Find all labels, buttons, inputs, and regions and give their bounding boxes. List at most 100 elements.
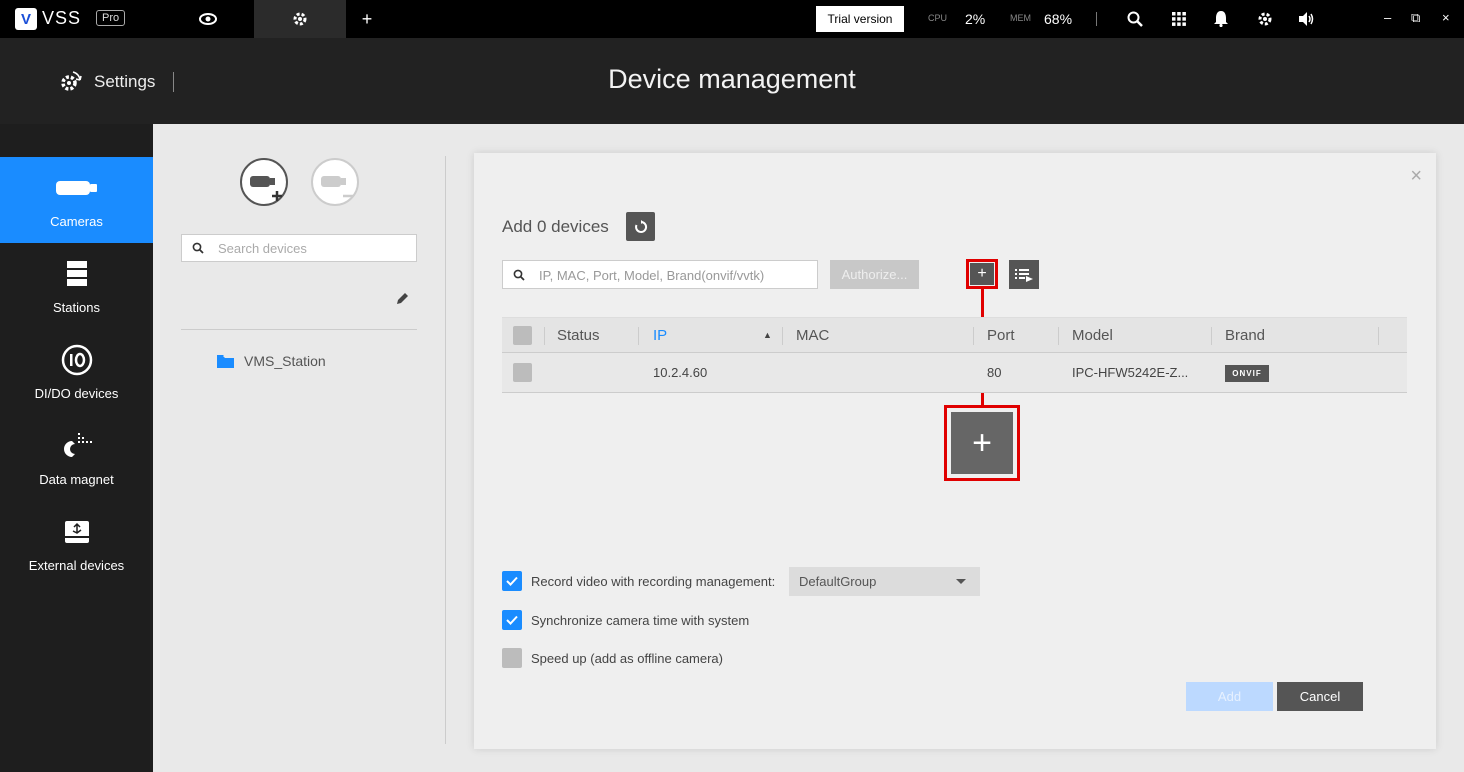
device-filter-input[interactable] [539, 266, 813, 284]
search-icon[interactable] [1125, 9, 1145, 29]
left-nav: Cameras Stations DI/DO devices Data magn… [0, 124, 153, 772]
device-tree-panel: VMS_Station [153, 124, 445, 772]
nav-item-dido[interactable]: DI/DO devices [0, 329, 153, 415]
column-divider [782, 327, 783, 345]
authorize-button[interactable]: Authorize... [830, 260, 919, 289]
cell-ip: 10.2.4.60 [653, 365, 708, 380]
bell-icon[interactable] [1211, 9, 1231, 29]
table-header: Status IP ▲ MAC Port Model Brand [502, 317, 1407, 353]
refresh-icon [634, 219, 647, 233]
add-tab-label: + [361, 8, 373, 29]
topbar-divider [1096, 12, 1097, 26]
select-all-checkbox[interactable] [513, 326, 532, 345]
column-divider [973, 327, 974, 345]
page-title: Device management [608, 64, 856, 94]
nav-item-stations[interactable]: Stations [0, 243, 153, 329]
mem-value: 68% [1044, 11, 1073, 27]
column-header-brand[interactable]: Brand [1225, 327, 1265, 344]
column-header-ip[interactable]: IP [653, 327, 667, 344]
brand-badge: ONVIF [1225, 365, 1269, 382]
tab-liveview[interactable] [180, 0, 236, 38]
column-header-port[interactable]: Port [987, 327, 1015, 344]
eye-icon [199, 13, 217, 25]
nav-item-data-magnet[interactable]: Data magnet [0, 415, 153, 501]
apps-grid-icon[interactable] [1169, 9, 1189, 29]
mem-label: MEM [1010, 13, 1031, 23]
nav-label-data-magnet: Data magnet [39, 472, 114, 487]
sync-time-option[interactable]: Synchronize camera time with system [502, 610, 749, 630]
vss-logo-icon: V [15, 8, 37, 30]
dialog-title: Add 0 devices [502, 217, 609, 236]
camera-add-icon [250, 176, 282, 201]
zoomed-add-button[interactable]: + [951, 412, 1013, 474]
cell-port: 80 [987, 365, 1002, 380]
app-logo-badge: Pro [96, 10, 126, 26]
row-checkbox[interactable] [513, 363, 532, 382]
search-devices-field [181, 234, 417, 262]
column-header-status[interactable]: Status [557, 327, 600, 344]
tree-divider [181, 329, 417, 330]
camera-icon [0, 173, 153, 203]
search-devices-input[interactable] [218, 239, 408, 257]
column-header-mac[interactable]: MAC [796, 327, 829, 344]
add-button[interactable]: Add [1186, 682, 1273, 711]
logo-letter: V [20, 10, 31, 28]
column-divider [1058, 327, 1059, 345]
device-table: Status IP ▲ MAC Port Model Brand 10.2.4.… [502, 317, 1407, 393]
trial-version-button[interactable]: Trial version [816, 6, 904, 32]
app-logo-text: VSS [42, 8, 82, 28]
tab-settings[interactable] [254, 0, 346, 38]
cpu-label: CPU [928, 13, 948, 23]
recording-group-value: DefaultGroup [799, 574, 877, 589]
dialog-close-button[interactable]: × [1410, 165, 1422, 188]
settings-gear-icon[interactable] [1255, 9, 1275, 29]
zoomed-add-highlight: + [944, 405, 1020, 481]
nav-label-dido: DI/DO devices [34, 386, 119, 401]
top-bar: V VSS Pro + Trial version CPU 2% MEM 68%… [0, 0, 1464, 38]
column-divider [1378, 327, 1379, 345]
nav-item-external-devices[interactable]: External devices [0, 501, 153, 587]
search-icon [192, 242, 204, 254]
speed-up-option[interactable]: Speed up (add as offline camera) [502, 648, 723, 668]
cancel-button[interactable]: Cancel [1277, 682, 1363, 711]
column-header-model[interactable]: Model [1072, 327, 1113, 344]
station-icon [0, 259, 153, 289]
manual-add-button[interactable]: + [970, 263, 994, 285]
search-icon [513, 269, 525, 281]
volume-icon[interactable] [1297, 9, 1317, 29]
edit-pencil-icon[interactable] [396, 292, 409, 310]
speed-up-checkbox[interactable] [502, 648, 522, 668]
tree-node-station[interactable]: VMS_Station [217, 353, 326, 369]
import-list-button[interactable] [1009, 260, 1039, 289]
page-header: Settings Device management [0, 38, 1464, 124]
recording-group-select[interactable]: DefaultGroup [789, 567, 980, 596]
column-divider [638, 327, 639, 345]
sort-ascending-icon: ▲ [763, 330, 772, 340]
sync-time-checkbox[interactable] [502, 610, 522, 630]
add-tab-button[interactable]: + [350, 0, 384, 38]
minimize-button[interactable]: – [1384, 10, 1391, 25]
manual-add-highlight: + [966, 259, 998, 289]
device-filter-field [502, 260, 818, 289]
io-icon [0, 344, 153, 376]
close-window-button[interactable]: × [1442, 10, 1450, 25]
table-row[interactable]: 10.2.4.60 80 IPC-HFW5242E-Z... ONVIF [502, 353, 1407, 393]
nav-item-cameras[interactable]: Cameras [0, 157, 153, 243]
zoomed-add-label: + [972, 423, 992, 462]
station-name: VMS_Station [244, 353, 326, 369]
record-video-checkbox[interactable] [502, 571, 522, 591]
chevron-down-icon [956, 579, 966, 584]
restore-button[interactable]: ⧉ [1411, 10, 1420, 26]
remove-camera-button[interactable] [311, 158, 359, 206]
cpu-value: 2% [965, 11, 986, 27]
panel-divider [445, 156, 446, 744]
record-video-label: Record video with recording management: [531, 573, 776, 589]
record-video-option[interactable]: Record video with recording management: [502, 571, 775, 591]
camera-remove-icon [321, 176, 353, 198]
refresh-button[interactable] [626, 212, 655, 241]
speed-up-label: Speed up (add as offline camera) [531, 650, 723, 666]
column-divider [544, 327, 545, 345]
check-icon [506, 615, 518, 625]
manual-add-label: + [977, 265, 987, 282]
add-camera-button[interactable] [240, 158, 288, 206]
